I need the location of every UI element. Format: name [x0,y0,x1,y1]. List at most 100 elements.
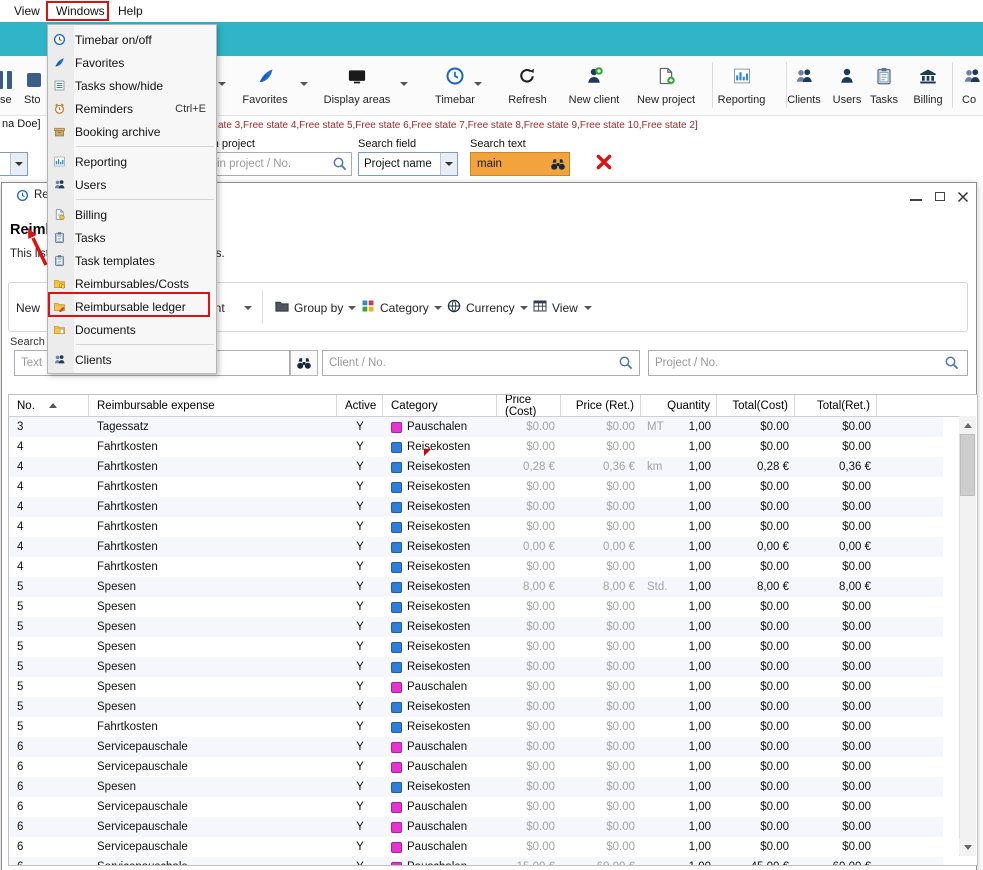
view-button[interactable]: View [552,301,578,315]
timebar-button[interactable]: Timebar [425,94,485,106]
table-row[interactable]: 4FahrtkostenYReisekosten0,00 €0,00 €1,00… [9,537,943,557]
chevron-down-icon[interactable] [348,306,356,310]
currency-button[interactable]: Currency [466,301,515,315]
new-button[interactable]: New [16,301,40,315]
clients-button[interactable]: Clients [781,94,827,106]
binoculars-icon[interactable] [550,156,566,172]
table-header: No. Reimbursable expense Active Category… [9,395,960,417]
table-row[interactable]: 4FahrtkostenYReisekosten$0.00$0.001,00$0… [9,497,943,517]
maximize-button[interactable] [935,192,945,201]
table-row[interactable]: 6ServicepauschaleYPauschalen$0.00$0.001,… [9,737,943,757]
clear-search-button[interactable] [595,153,613,171]
header-price-cost[interactable]: Price (Cost) [497,395,561,416]
search-field-dropdown[interactable]: Project name [358,152,458,176]
category-button[interactable]: Category [380,301,429,315]
table-row[interactable]: 6SpesenYReisekosten$0.00$0.001,00$0.00$0… [9,777,943,797]
table-row[interactable]: 5SpesenYReisekosten8,00 €8,00 €Std.1,008… [9,577,943,597]
users-button[interactable]: Users [827,94,867,106]
header-total-cost[interactable]: Total(Cost) [717,395,795,416]
table-row[interactable]: 6ServicepauschaleYPauschalen$0.00$0.001,… [9,817,943,837]
cell-category: Reisekosten [383,517,497,537]
header-active[interactable]: Active [337,395,383,416]
table-row[interactable]: 5SpesenYReisekosten$0.00$0.001,00$0.00$0… [9,597,943,617]
pause-button[interactable]: se [0,94,12,106]
table-row[interactable]: 5SpesenYReisekosten$0.00$0.001,00$0.00$0… [9,657,943,677]
minimize-button[interactable] [910,199,922,201]
new-client-button[interactable]: New client [565,94,623,106]
table-row[interactable]: 6ServicepauschaleYPauschalen$0.00$0.001,… [9,757,943,777]
header-no[interactable]: No. [9,395,89,416]
left-filter-combobox[interactable] [0,152,28,176]
reporting-button[interactable]: Reporting [713,94,770,106]
client-search-input[interactable] [322,350,640,376]
chevron-down-icon[interactable] [520,306,528,310]
header-expense[interactable]: Reimbursable expense [89,395,337,416]
table-row[interactable]: 3TagessatzYPauschalen$0.00$0.00MT1,00$0.… [9,417,943,437]
tasks-button[interactable]: Tasks [865,94,903,106]
table-row[interactable]: 5SpesenYPauschalen$0.00$0.001,00$0.00$0.… [9,677,943,697]
cell-quantity: 1,00 [677,497,717,517]
menu-item-booking-archive[interactable]: Booking archive [48,120,216,143]
scrollbar-thumb[interactable] [960,434,975,496]
cell-total-ret: $0.00 [795,597,877,617]
table-row[interactable]: 6ServicepauschaleYPauschalen$0.00$0.001,… [9,837,943,857]
search-text-input[interactable]: main [470,152,570,176]
table-row[interactable]: 5SpesenYReisekosten$0.00$0.001,00$0.00$0… [9,617,943,637]
table-row[interactable]: 5SpesenYReisekosten$0.00$0.001,00$0.00$0… [9,637,943,657]
chevron-down-icon[interactable] [400,82,408,86]
binoculars-search-button[interactable] [290,350,318,376]
search-icon[interactable] [618,355,634,371]
group-by-button[interactable]: Group by [294,301,343,315]
table-row[interactable]: 4FahrtkostenYReisekosten$0.00$0.001,00$0… [9,477,943,497]
scroll-up-button[interactable] [959,417,976,433]
cell-price-cost: 0,00 € [497,537,561,557]
chevron-down-icon[interactable] [474,82,482,86]
header-category[interactable]: Category [383,395,497,416]
table-row[interactable]: 5SpesenYReisekosten$0.00$0.001,00$0.00$0… [9,697,943,717]
close-button[interactable] [957,191,969,203]
menu-item-tasks-show-hide[interactable]: Tasks show/hide [48,74,216,97]
contacts-button[interactable]: Co [962,94,976,106]
menu-item-clients[interactable]: Clients [48,348,216,371]
menu-help[interactable]: Help [118,4,143,18]
search-icon[interactable] [332,156,348,172]
menu-item-reporting[interactable]: Reporting [48,150,216,173]
search-icon[interactable] [944,355,960,371]
table-row[interactable]: 5FahrtkostenYReisekosten$0.00$0.001,00$0… [9,717,943,737]
chevron-down-icon[interactable] [10,153,27,175]
header-price-ret[interactable]: Price (Ret.) [561,395,641,416]
header-quantity[interactable]: Quantity [641,395,717,416]
stop-button[interactable]: Sto [24,94,41,106]
menu-item-favorites[interactable]: Favorites [48,51,216,74]
favorites-button[interactable]: Favorites [235,94,295,106]
chevron-down-icon[interactable] [584,306,592,310]
new-project-button[interactable]: New project [634,94,698,106]
menu-item-users[interactable]: Users [48,173,216,196]
cell-price-ret: $0.00 [561,757,641,777]
menu-view[interactable]: View [14,4,40,18]
menu-item-timebar[interactable]: Timebar on/off [48,28,216,51]
table-row[interactable]: 4FahrtkostenYReisekosten$0.00$0.001,00$0… [9,517,943,537]
header-total-ret[interactable]: Total(Ret.) [795,395,877,416]
display-areas-button[interactable]: Display areas [320,94,394,106]
chevron-down-icon[interactable] [218,82,226,86]
chevron-down-icon[interactable] [300,82,308,86]
menu-item-documents[interactable]: Documents [48,318,216,341]
table-row[interactable]: 4FahrtkostenYReisekosten$0.00$0.001,00$0… [9,437,943,457]
table-row[interactable]: 6ServicepauschaleYPauschalen$0.00$0.001,… [9,797,943,817]
refresh-button[interactable]: Refresh [500,94,555,106]
main-project-search-input[interactable] [194,152,352,176]
project-search-input[interactable] [648,350,968,376]
billing-button[interactable]: Billing [906,94,950,106]
table-row[interactable]: 4FahrtkostenYReisekosten$0.00$0.001,00$0… [9,557,943,577]
table-row[interactable]: 4FahrtkostenYReisekosten0,28 €0,36 €km1,… [9,457,943,477]
chevron-down-icon[interactable] [434,306,442,310]
scroll-down-button[interactable] [959,839,976,855]
chevron-down-icon[interactable] [244,306,252,310]
table-row[interactable]: 6ServicepauschaleYPauschalen15,00 €60,00… [9,857,943,866]
category-icon [391,702,402,713]
menu-item-label: Users [75,178,106,192]
cell-category: Reisekosten [383,437,497,457]
menu-item-reminders[interactable]: RemindersCtrl+E [48,97,216,120]
chevron-down-icon[interactable] [440,153,457,175]
